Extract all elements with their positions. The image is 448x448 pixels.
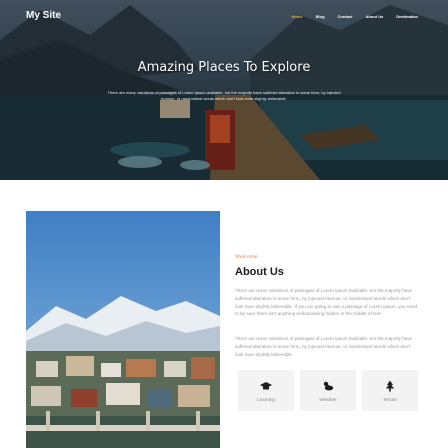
hero-description: There are many variations of passages of… [107, 90, 341, 101]
cloud-sun-icon [323, 381, 334, 390]
about-section: Welcome About Us There are many variatio… [0, 180, 448, 448]
feature-label: Weather [319, 396, 337, 402]
site-logo[interactable]: My Site [26, 10, 61, 21]
nav-contact[interactable]: Contact [338, 14, 353, 19]
feature-learning[interactable]: Learning [238, 370, 294, 411]
hero-title: Amazing Places To Explore [137, 60, 311, 75]
feature-label: Terrain [382, 396, 398, 402]
nav-home[interactable]: Home [292, 14, 303, 19]
feature-weather[interactable]: Weather [300, 370, 356, 411]
tree-icon [386, 380, 394, 391]
graduation-cap-icon [260, 381, 272, 389]
nav-about-us[interactable]: About Us [365, 14, 383, 19]
feature-terrain[interactable]: Terrain [362, 370, 418, 411]
nav-destination[interactable]: Destination [396, 14, 418, 19]
feature-cards: Learning Weather Terrain [238, 370, 418, 411]
welcome-label: Welcome [235, 254, 258, 260]
main-nav: Home Blog Contact About Us Destination [292, 14, 418, 19]
nav-blog[interactable]: Blog [316, 14, 325, 19]
about-title: About Us [235, 266, 284, 278]
hero-section: My Site Home Blog Contact About Us Desti… [0, 0, 448, 180]
about-paragraph-1: There are many variations of passages of… [235, 288, 418, 317]
about-paragraph-2: There are many variations of passages of… [235, 336, 413, 357]
about-photo [26, 211, 220, 448]
feature-label: Learning [257, 396, 275, 402]
